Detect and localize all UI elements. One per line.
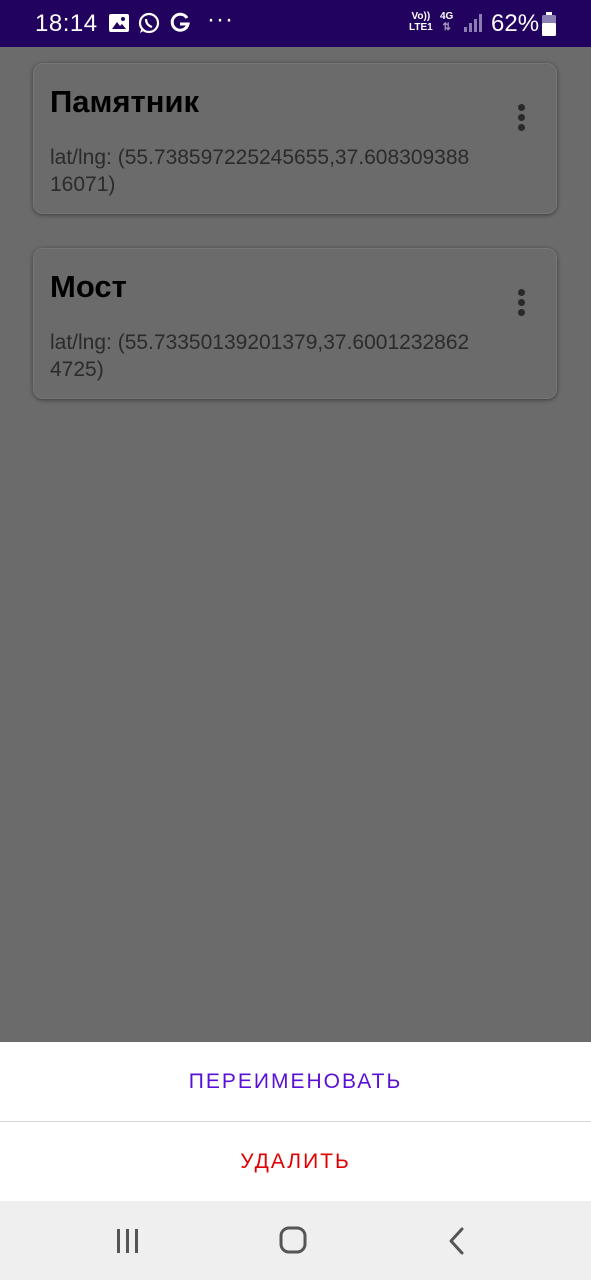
signal-icon bbox=[464, 14, 482, 32]
place-coords: lat/lng: (55.738597225245655,37.60830938… bbox=[50, 146, 470, 196]
navigation-bar bbox=[0, 1201, 591, 1280]
more-vert-icon[interactable] bbox=[515, 104, 527, 134]
battery-icon bbox=[542, 12, 556, 36]
status-time: 18:14 bbox=[35, 10, 98, 37]
more-vert-icon[interactable] bbox=[515, 289, 527, 319]
status-bar: 18:14 ··· Vo)) LTE1 4G ⇅ 62% bbox=[0, 0, 591, 47]
action-bottom-sheet: ПЕРЕИМЕНОВАТЬ УДАЛИТЬ bbox=[0, 1042, 591, 1201]
more-notifications-icon: ··· bbox=[207, 6, 234, 33]
home-icon[interactable] bbox=[273, 1223, 313, 1259]
delete-button[interactable]: УДАЛИТЬ bbox=[0, 1122, 591, 1201]
place-card[interactable]: Памятник lat/lng: (55.738597225245655,37… bbox=[33, 63, 557, 214]
rename-button[interactable]: ПЕРЕИМЕНОВАТЬ bbox=[0, 1042, 591, 1121]
place-title: Памятник bbox=[50, 84, 200, 119]
volte-indicator: Vo)) LTE1 bbox=[409, 11, 433, 33]
place-title: Мост bbox=[50, 269, 127, 304]
google-icon bbox=[170, 12, 190, 32]
back-icon[interactable] bbox=[438, 1223, 478, 1259]
network-type-indicator: 4G ⇅ bbox=[440, 11, 454, 33]
place-coords: lat/lng: (55.73350139201379,37.600123286… bbox=[50, 331, 470, 381]
place-card[interactable]: Мост lat/lng: (55.73350139201379,37.6001… bbox=[33, 248, 557, 399]
battery-percent: 62% bbox=[491, 10, 540, 37]
gallery-icon bbox=[109, 14, 129, 32]
recents-icon[interactable] bbox=[107, 1223, 147, 1259]
whatsapp-icon bbox=[138, 12, 160, 34]
